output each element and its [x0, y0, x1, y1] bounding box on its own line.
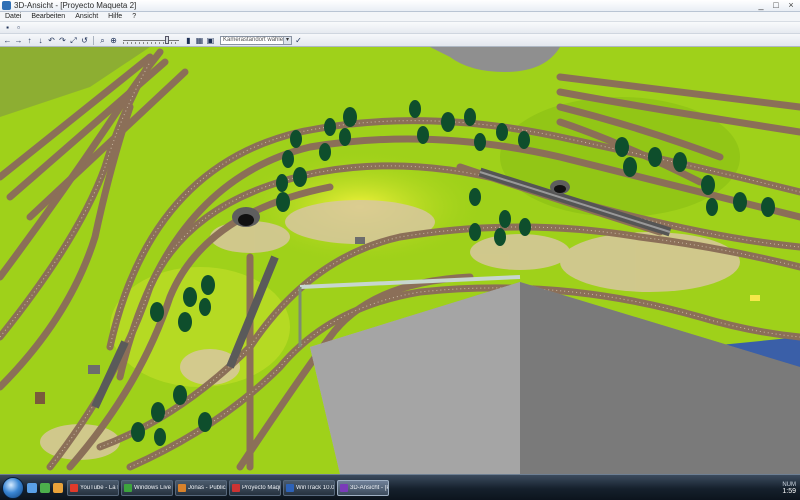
taskbar: YouTube - La Pasión... Windows Live Mess… [0, 474, 800, 500]
train-icon[interactable]: ▮ [184, 36, 193, 45]
youtube-icon [70, 483, 78, 492]
taskbar-item-label: 3D-Ansicht - [Proye... [350, 484, 388, 491]
toolbar-separator [93, 35, 94, 45]
camera-icon[interactable]: ▣ [206, 36, 215, 45]
building [750, 295, 760, 301]
check-icon[interactable]: ✓ [294, 36, 303, 45]
browser-icon [178, 483, 186, 492]
taskbar-item-label: Proyecto Maqueta 2... [242, 484, 280, 491]
quick-launch [27, 482, 63, 493]
grid-icon[interactable]: ▦ [195, 36, 204, 45]
reset-view-icon[interactable]: ↺ [80, 36, 89, 45]
taskbar-item[interactable]: Jonas - Publicar respu... [175, 479, 227, 496]
close-button[interactable]: × [784, 0, 798, 11]
media-player-icon[interactable] [53, 482, 63, 493]
zoom-icon[interactable]: ⌕ [98, 36, 107, 45]
taskbar-item[interactable]: YouTube - La Pasión... [67, 479, 119, 496]
taskbar-item-label: YouTube - La Pasión... [80, 484, 118, 491]
show-desktop-icon[interactable] [27, 482, 37, 493]
tilt-icon[interactable]: ⤢ [69, 36, 78, 45]
switch-windows-icon[interactable] [40, 482, 50, 493]
taskbar-item-label: Windows Live Messe... [134, 484, 172, 491]
menu-ansicht[interactable]: Ansicht [70, 12, 103, 22]
maximize-button[interactable]: □ [769, 0, 783, 11]
slider-track [123, 39, 179, 41]
app-icon [2, 1, 11, 10]
system-tray: NUM 1:59 [756, 475, 800, 500]
document-icon [232, 483, 240, 492]
taskbar-item[interactable]: Proyecto Maqueta 2... [229, 479, 281, 496]
menu-bar: Datei Bearbeiten Ansicht Hilfe ? [0, 12, 800, 22]
window-title: 3D-Ansicht - [Proyecto Maqueta 2] [14, 1, 137, 10]
building [35, 392, 45, 404]
move-left-icon[interactable]: ← [3, 36, 12, 45]
messenger-icon [124, 483, 132, 492]
title-bar: 3D-Ansicht - [Proyecto Maqueta 2] _ □ × [0, 0, 800, 12]
zoom-fit-icon[interactable]: ⊕ [109, 36, 118, 45]
taskbar-item[interactable]: Windows Live Messe... [121, 479, 173, 496]
start-button[interactable] [2, 476, 24, 499]
toolbar-view: ← → ↑ ↓ ↶ ↷ ⤢ ↺ ⌕ ⊕ ▮ ▦ ▣ Kamerastandort… [0, 34, 800, 47]
move-up-icon[interactable]: ↑ [25, 36, 34, 45]
dropdown-value: Kamerastandort wählen [223, 37, 287, 43]
menu-hilfe[interactable]: Hilfe [103, 12, 127, 22]
menu-bearbeiten[interactable]: Bearbeiten [26, 12, 70, 22]
zoom-slider[interactable] [123, 35, 179, 45]
3d-view-icon [340, 483, 348, 492]
camera-position-dropdown[interactable]: Kamerastandort wählen ▾ [220, 35, 292, 45]
taskbar-item[interactable]: WinTrack 10.0 - [Pro... [283, 479, 335, 496]
minimize-button[interactable]: _ [754, 0, 768, 11]
slider-thumb[interactable] [164, 35, 169, 44]
menu-help-question[interactable]: ? [127, 12, 141, 22]
menu-datei[interactable]: Datei [0, 12, 26, 22]
taskbar-item-active[interactable]: 3D-Ansicht - [Proye... [337, 479, 389, 496]
rotate-right-icon[interactable]: ↷ [58, 36, 67, 45]
toolbar-file: ▪ ▫ [0, 22, 800, 34]
save-icon[interactable]: ▪ [3, 23, 12, 32]
chevron-down-icon[interactable]: ▾ [283, 36, 291, 44]
building [88, 365, 100, 374]
move-down-icon[interactable]: ↓ [36, 36, 45, 45]
wintrack-icon [286, 483, 294, 492]
layout-3d-render[interactable] [0, 47, 800, 474]
move-right-icon[interactable]: → [14, 36, 23, 45]
slider-ticks [123, 41, 179, 44]
print-icon[interactable]: ▫ [14, 23, 23, 32]
rotate-left-icon[interactable]: ↶ [47, 36, 56, 45]
3d-viewport[interactable] [0, 47, 800, 474]
clock[interactable]: 1:59 [782, 488, 796, 495]
building [355, 237, 365, 244]
taskbar-item-label: WinTrack 10.0 - [Pro... [296, 484, 334, 491]
taskbar-item-label: Jonas - Publicar respu... [188, 484, 226, 491]
window-controls: _ □ × [754, 0, 798, 12]
